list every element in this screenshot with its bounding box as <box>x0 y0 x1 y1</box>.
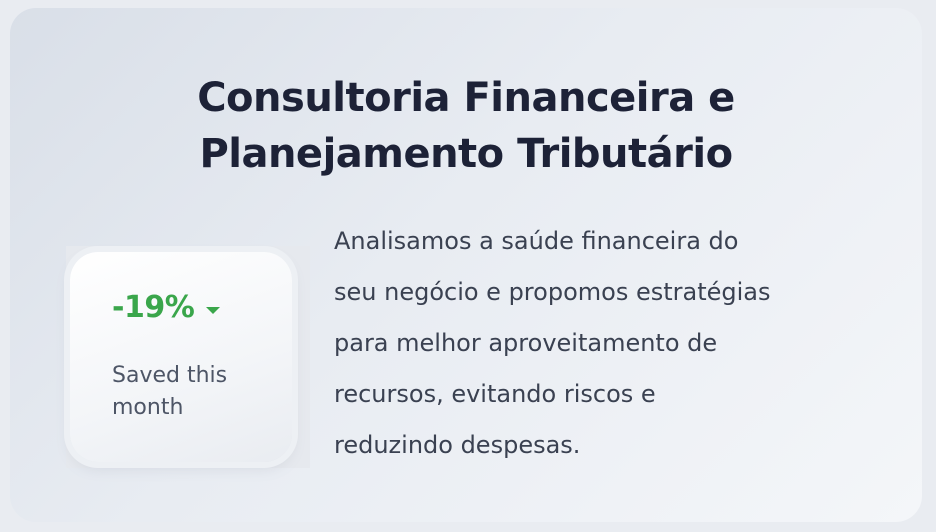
description-line: reduzindo despesas. <box>334 431 581 459</box>
savings-caption: Saved this month <box>112 363 228 420</box>
service-title: Consultoria Financeira e Planejamento Tr… <box>10 70 922 182</box>
caret-down-icon <box>206 307 221 314</box>
description-line: Analisamos a saúde financeira do <box>334 227 739 255</box>
savings-stat-card: -19% Saved this month <box>70 252 292 462</box>
service-title-line: Consultoria Financeira e <box>197 75 735 121</box>
service-card: Consultoria Financeira e Planejamento Tr… <box>10 8 922 522</box>
savings-percentage: -19% <box>112 290 195 325</box>
description-line: para melhor aproveitamento de <box>334 329 718 357</box>
description-line: recursos, evitando riscos e <box>334 380 656 408</box>
service-description: Analisamos a saúde financeira do seu neg… <box>334 216 894 471</box>
service-title-line: Planejamento Tributário <box>199 131 733 177</box>
stat-value-row: -19% <box>112 290 221 325</box>
description-line: seu negócio e propomos estratégias <box>334 278 771 306</box>
